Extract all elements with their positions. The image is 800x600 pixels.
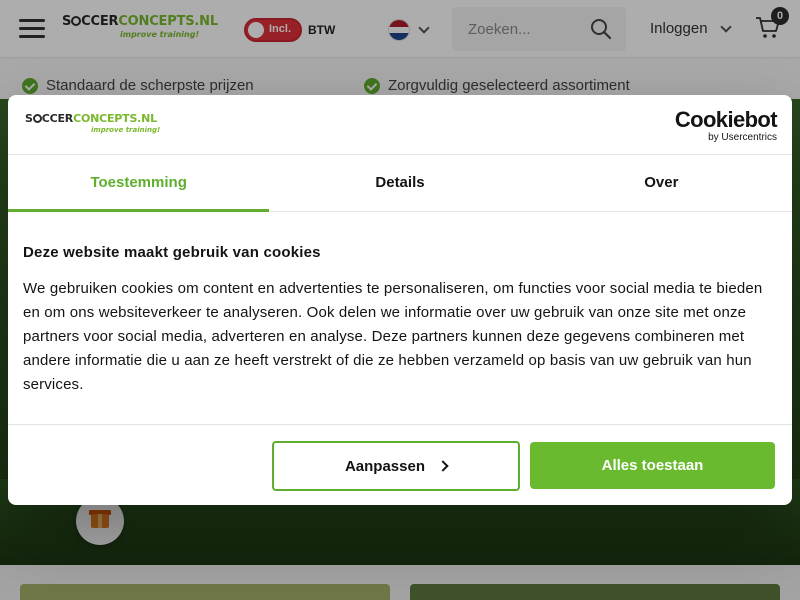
cookie-dialog-text: We gebruiken cookies om content en adver… (23, 280, 763, 393)
tab-details[interactable]: Details (269, 155, 530, 211)
cookie-dialog-title: Deze website maakt gebruik van cookies (23, 244, 321, 261)
dialog-logo: S CCERCONCEPTS.NL improve training! (25, 112, 160, 135)
logo-text-ccer: CCER (41, 112, 74, 125)
tab-consent[interactable]: Toestemming (8, 155, 270, 212)
chevron-right-icon (437, 460, 449, 472)
customize-button[interactable]: Aanpassen (272, 441, 520, 491)
logo-text-concepts: CONCEPTS.NL (73, 112, 157, 125)
cookie-dialog-body: Deze website maakt gebruik van cookies W… (23, 243, 778, 397)
cookie-dialog-header: S CCERCONCEPTS.NL improve training! Cooki… (8, 95, 792, 155)
customize-label: Aanpassen (344, 457, 426, 475)
logo-text-s: S (25, 112, 33, 125)
tab-about[interactable]: Over (531, 155, 792, 211)
cookiebot-sub: by Usercentrics (708, 132, 777, 143)
soccer-ball-icon (32, 114, 42, 123)
cookiebot-name: Cookiebot (674, 107, 778, 132)
cookiebot-logo[interactable]: Cookiebot by Usercentrics (674, 107, 778, 144)
logo-tagline: improve training! (91, 126, 161, 134)
cookie-dialog-footer: Aanpassen Alles toestaan (8, 424, 792, 505)
accept-all-button[interactable]: Alles toestaan (530, 442, 775, 489)
cookie-tabs: Toestemming Details Over (8, 155, 792, 212)
cookie-dialog: S CCERCONCEPTS.NL improve training! Cooki… (8, 95, 792, 505)
